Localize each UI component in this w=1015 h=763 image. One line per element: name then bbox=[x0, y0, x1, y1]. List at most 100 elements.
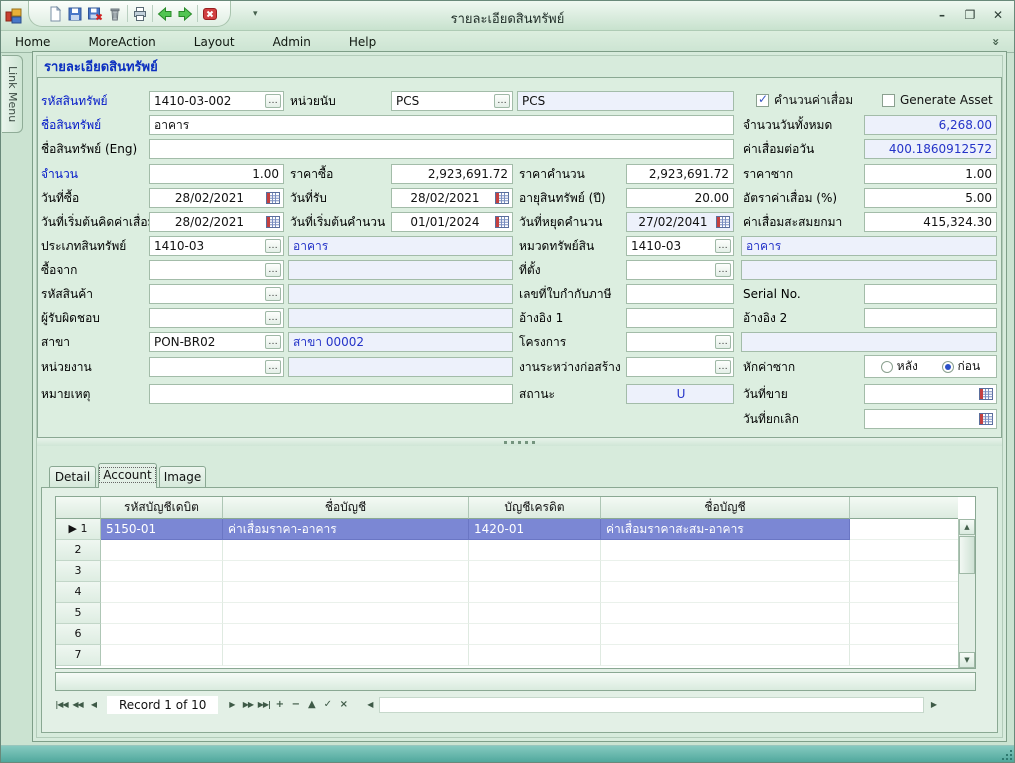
close-button[interactable]: ✕ bbox=[988, 6, 1008, 24]
grid-cell[interactable] bbox=[101, 540, 223, 561]
menu-admin[interactable]: Admin bbox=[273, 35, 311, 49]
dep-start-date-field[interactable]: 28/02/2021 bbox=[149, 212, 284, 232]
purchase-price-field[interactable]: 2,923,691.72 bbox=[391, 164, 513, 184]
grid-cell[interactable] bbox=[601, 561, 850, 582]
grid-cell[interactable] bbox=[469, 561, 601, 582]
nav-last-button[interactable]: ▶▶| bbox=[257, 697, 270, 713]
cancel-date-field[interactable] bbox=[864, 409, 997, 429]
calc-price-field[interactable]: 2,923,691.72 bbox=[626, 164, 734, 184]
menu-layout[interactable]: Layout bbox=[194, 35, 235, 49]
grid-row[interactable]: ▶ 15150-01ค่าเสื่อมราคา-อาคาร1420-01ค่าเ… bbox=[56, 519, 975, 540]
branch-lookup-button[interactable]: … bbox=[265, 335, 281, 349]
grid-row[interactable]: 4 bbox=[56, 582, 975, 603]
row-indicator[interactable]: ▶ 1 bbox=[56, 519, 101, 540]
buy-from-code-field[interactable]: … bbox=[149, 260, 284, 280]
menu-overflow-icon[interactable]: » bbox=[989, 38, 1003, 46]
grid-vscrollbar[interactable]: ▲ ▼ bbox=[958, 519, 975, 668]
grid-cell[interactable] bbox=[101, 561, 223, 582]
quantity-field[interactable]: 1.00 bbox=[149, 164, 284, 184]
wip-lookup-button[interactable]: … bbox=[715, 360, 731, 374]
purchase-date-calendar-icon[interactable] bbox=[265, 192, 281, 205]
grid-cell[interactable] bbox=[601, 603, 850, 624]
grid-cell[interactable] bbox=[223, 603, 469, 624]
menu-help[interactable]: Help bbox=[349, 35, 376, 49]
dep-rate-field[interactable]: 5.00 bbox=[864, 188, 997, 208]
hscroll-track[interactable] bbox=[379, 697, 924, 713]
menu-home[interactable]: Home bbox=[15, 35, 50, 49]
asset-type-name-field[interactable]: อาคาร bbox=[288, 236, 513, 256]
nav-endedit-button[interactable]: ✓ bbox=[321, 697, 334, 713]
radio-before-circle[interactable] bbox=[942, 361, 954, 373]
maximize-button[interactable]: ❐ bbox=[960, 6, 980, 24]
grid-cell[interactable]: 5150-01 bbox=[101, 519, 223, 540]
grid-cell[interactable]: ค่าเสื่อมราคาสะสม-อาคาร bbox=[601, 519, 850, 540]
toolbar-overflow-icon[interactable]: ▾ bbox=[253, 9, 258, 19]
dep-start-date-calendar-icon[interactable] bbox=[265, 216, 281, 229]
grid-header-credit-code[interactable]: บัญชีเครดิต bbox=[469, 497, 601, 519]
nav-next-button[interactable]: ▶ bbox=[225, 697, 238, 713]
grid-cell[interactable]: 1420-01 bbox=[469, 519, 601, 540]
grid-cell[interactable] bbox=[223, 561, 469, 582]
delete-icon[interactable] bbox=[105, 4, 125, 24]
product-name-field[interactable] bbox=[288, 284, 513, 304]
calc-start-date-calendar-icon[interactable] bbox=[494, 216, 510, 229]
grid-cell[interactable] bbox=[601, 624, 850, 645]
nav-cancel-button[interactable]: × bbox=[337, 697, 350, 713]
product-code-lookup-button[interactable]: … bbox=[265, 287, 281, 301]
app-icon[interactable] bbox=[5, 7, 23, 25]
location-name-field[interactable] bbox=[741, 260, 997, 280]
navigate-back-icon[interactable] bbox=[155, 4, 175, 24]
status-field[interactable]: U bbox=[626, 384, 734, 404]
grid-header-debit-code[interactable]: รหัสบัญชีเดบิต bbox=[101, 497, 223, 519]
department-name-field[interactable] bbox=[288, 357, 513, 377]
grid-row[interactable]: 2 bbox=[56, 540, 975, 561]
row-indicator[interactable]: 5 bbox=[56, 603, 101, 624]
responsible-code-field[interactable]: … bbox=[149, 308, 284, 328]
grid-cell[interactable] bbox=[469, 645, 601, 666]
purchase-date-field[interactable]: 28/02/2021 bbox=[149, 188, 284, 208]
grid-cell[interactable] bbox=[223, 582, 469, 603]
tab-detail[interactable]: Detail bbox=[49, 466, 96, 488]
row-indicator[interactable]: 3 bbox=[56, 561, 101, 582]
radio-after[interactable]: หลัง bbox=[881, 357, 918, 376]
remark-field[interactable] bbox=[149, 384, 513, 404]
total-days-field[interactable]: 6,268.00 bbox=[864, 115, 997, 135]
product-code-field[interactable]: … bbox=[149, 284, 284, 304]
row-indicator[interactable]: 2 bbox=[56, 540, 101, 561]
location-code-field[interactable]: … bbox=[626, 260, 734, 280]
grid-cell[interactable] bbox=[101, 603, 223, 624]
nav-next-page-button[interactable]: ▶▶ bbox=[241, 697, 254, 713]
hscroll-left-icon[interactable]: ◀ bbox=[363, 697, 376, 713]
scroll-up-icon[interactable]: ▲ bbox=[959, 519, 975, 535]
asset-life-field[interactable]: 20.00 bbox=[626, 188, 734, 208]
cancel-date-calendar-icon[interactable] bbox=[978, 413, 994, 426]
sale-date-field[interactable] bbox=[864, 384, 997, 404]
sale-date-calendar-icon[interactable] bbox=[978, 388, 994, 401]
grid-row[interactable]: 7 bbox=[56, 645, 975, 666]
asset-type-lookup-button[interactable]: … bbox=[265, 239, 281, 253]
grid-cell[interactable] bbox=[469, 624, 601, 645]
navigate-forward-icon[interactable] bbox=[175, 4, 195, 24]
menu-moreaction[interactable]: MoreAction bbox=[88, 35, 155, 49]
asset-type-code-field[interactable]: 1410-03… bbox=[149, 236, 284, 256]
nav-edit-button[interactable]: ▲ bbox=[305, 697, 318, 713]
scroll-thumb[interactable] bbox=[959, 536, 975, 574]
grid-cell[interactable] bbox=[601, 645, 850, 666]
tab-image[interactable]: Image bbox=[159, 466, 206, 488]
grid-cell[interactable] bbox=[101, 582, 223, 603]
grid-cell[interactable] bbox=[469, 540, 601, 561]
nav-prev-button[interactable]: ◀ bbox=[87, 697, 100, 713]
link-menu-tab[interactable]: Link Menu bbox=[2, 55, 23, 133]
new-document-icon[interactable] bbox=[45, 4, 65, 24]
asset-group-name-field[interactable]: อาคาร bbox=[741, 236, 997, 256]
ref1-field[interactable] bbox=[626, 308, 734, 328]
tab-account[interactable]: Account bbox=[98, 463, 157, 488]
wip-code-field[interactable]: … bbox=[626, 357, 734, 377]
department-code-field[interactable]: … bbox=[149, 357, 284, 377]
calc-depreciation-checkbox[interactable] bbox=[756, 94, 769, 107]
grid-header-credit-name[interactable]: ชื่อบัญชี bbox=[601, 497, 850, 519]
accum-dep-field[interactable]: 415,324.30 bbox=[864, 212, 997, 232]
save-icon[interactable] bbox=[65, 4, 85, 24]
grid-cell[interactable] bbox=[469, 603, 601, 624]
grid-cell[interactable] bbox=[223, 624, 469, 645]
